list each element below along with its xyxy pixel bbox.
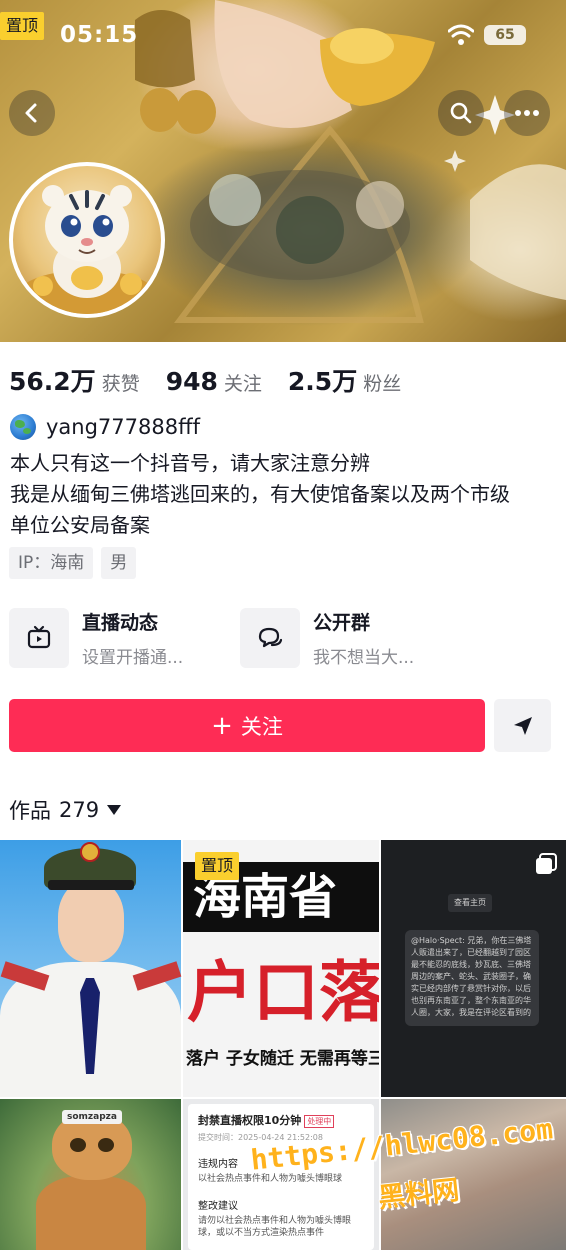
cat-eye: [98, 1138, 114, 1152]
more-icon: [515, 110, 539, 116]
works-label: 作品: [9, 799, 51, 823]
profile-banner: 05:15 65: [0, 0, 566, 342]
back-arrow-icon: [25, 103, 37, 123]
pinned-badge: 置顶: [0, 12, 45, 40]
search-icon: [450, 102, 472, 124]
stat-likes[interactable]: 56.2万 获赞: [9, 362, 140, 398]
pinned-badge: 置顶: [195, 852, 240, 880]
doc-section-title: 整改建议: [198, 1201, 238, 1212]
stat-likes-value: 56.2万: [9, 367, 96, 396]
stat-following-label: 关注: [223, 373, 262, 395]
cat-body: [36, 1176, 146, 1250]
feature-icon-box: [240, 608, 300, 668]
cat-eye: [70, 1138, 86, 1152]
doc-title: 封禁直播权限10分钟 处理中: [198, 1112, 364, 1128]
back-button[interactable]: [9, 90, 55, 136]
search-button[interactable]: [438, 90, 484, 136]
stat-followers-value: 2.5万: [287, 367, 358, 396]
portrait-face: [58, 880, 124, 962]
stat-followers-label: 粉丝: [363, 373, 402, 395]
multi-image-icon: [536, 853, 557, 874]
poster-red-text: 户口落户: [187, 954, 379, 1031]
doc-section-text: 请勿以社会热点事件和人物为噱头博眼球，或以不当方式渲染热点事件: [198, 1216, 352, 1238]
send-arrow-icon: [513, 716, 532, 735]
bio-line: 单位公安局备案: [10, 513, 150, 537]
tv-icon: [27, 625, 51, 649]
profile-tags: IP：海南 男: [9, 547, 144, 579]
follow-button[interactable]: + 关注: [9, 699, 485, 752]
stat-following[interactable]: 948 关注: [166, 367, 262, 396]
doc-section-text: 以社会热点事件和人物为噱头博眼球: [198, 1174, 343, 1184]
doc-title-text: 封禁直播权限10分钟: [198, 1114, 302, 1127]
feature-icon-box: [9, 608, 69, 668]
account-id[interactable]: yang777888fff: [46, 415, 200, 439]
stat-followers[interactable]: 2.5万 粉丝: [288, 362, 401, 398]
status-time: 05:15: [60, 22, 139, 48]
profile-stats: 56.2万 获赞 948 关注 2.5万 粉丝: [9, 362, 427, 398]
doc-status-badge: 处理中: [304, 1115, 335, 1128]
plus-icon: +: [211, 710, 233, 741]
public-group-entry[interactable]: 公开群 我不想当大...: [240, 608, 414, 668]
bio: 本人只有这一个抖音号，请大家注意分辨 我是从缅甸三佛塔逃回来的，有大使馆备案以及…: [10, 448, 560, 541]
chat-message: @Halo·Spect: 兄弟，你在三佛塔人贩遣出来了，已经翻越到了园区最不能忍…: [405, 930, 539, 1026]
public-group-subtitle: 我不想当大...: [313, 648, 415, 668]
follow-label: 关注: [240, 714, 283, 739]
cap-emblem-icon: [80, 842, 100, 862]
portrait-visor: [48, 880, 134, 890]
ip-location-tag: IP：海南: [9, 547, 94, 579]
cat-headband: somzapza: [62, 1110, 122, 1124]
document-card: 封禁直播权限10分钟 处理中 提交时间：2025-04-24 21:52:08 违…: [188, 1104, 374, 1250]
gender-tag: 男: [101, 547, 137, 579]
stat-following-value: 948: [165, 367, 218, 396]
wifi-icon: [448, 24, 474, 45]
bio-line: 我是从缅甸三佛塔逃回来的，有大使馆备案以及两个市级: [10, 482, 510, 506]
globe-icon: [10, 414, 36, 440]
share-button[interactable]: [494, 699, 551, 752]
live-updates-entry[interactable]: 直播动态 设置开播通...: [9, 608, 183, 668]
caret-down-icon: [107, 805, 122, 815]
chat-bubbles-icon: [258, 627, 283, 648]
bio-line: 本人只有这一个抖音号，请大家注意分辨: [10, 451, 370, 475]
tiger-avatar-icon: [17, 185, 157, 314]
more-button[interactable]: [504, 90, 550, 136]
view-profile-button: 查看主页: [448, 894, 492, 912]
live-updates-subtitle: 设置开播通...: [82, 648, 184, 668]
public-group-title: 公开群: [313, 612, 371, 634]
works-count: 279: [59, 798, 100, 822]
works-tab[interactable]: 作品 279: [9, 795, 122, 825]
account-row: yang777888fff: [10, 414, 200, 440]
stat-likes-label: 获赞: [101, 373, 140, 395]
battery-indicator: 65: [484, 25, 526, 45]
avatar[interactable]: [9, 162, 165, 318]
live-updates-title: 直播动态: [82, 612, 159, 634]
